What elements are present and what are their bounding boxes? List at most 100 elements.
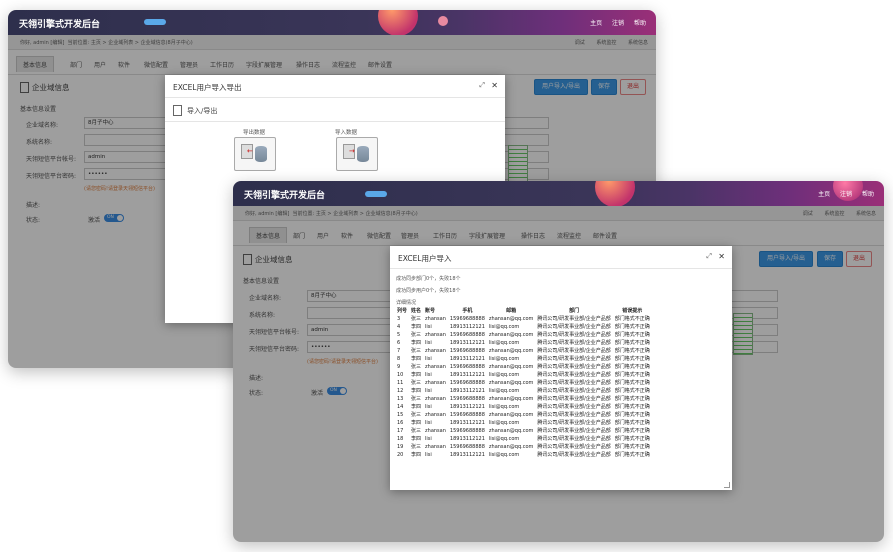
column-header: 手机 xyxy=(462,308,473,314)
table-cell: 腾讯公司/研发事业部/企业产品部 xyxy=(537,404,611,410)
export-data-icon[interactable]: ← xyxy=(234,137,276,171)
table-cell: 腾讯公司/研发事业部/企业产品部 xyxy=(537,428,611,434)
dialog-title: EXCEL用户导入导出 xyxy=(173,83,242,92)
table-cell: 18913112121 xyxy=(449,452,485,458)
home-link[interactable]: 主页 xyxy=(590,20,602,27)
front-window: 天翎引擎式开发后台 主页 注销 帮助 你好, admin [编辑] 当前位置: … xyxy=(233,181,884,542)
table-cell: 张三 xyxy=(411,396,422,402)
table-row: 12 李四 lisi 18913112121 lisi@qq.com 腾讯公司/研发事业部… xyxy=(395,387,652,395)
table-cell: 15969688888 xyxy=(449,332,485,338)
table-cell: 部门格式不正确 xyxy=(614,412,650,418)
table-row: 10 李四 lisi 18913112121 lisi@qq.com 腾讯公司/研发事业部… xyxy=(395,371,652,379)
table-cell: 15969688888 xyxy=(449,348,485,354)
detail-label: 详细情况 xyxy=(396,300,417,306)
top-links: 主页 注销 帮助 xyxy=(810,189,874,198)
table-row: 19 张三 zhansan 15969688888 zhansan@qq.com 腾讯公司… xyxy=(395,443,652,451)
table-cell: 李四 xyxy=(411,324,422,330)
table-cell: lisi xyxy=(425,436,432,442)
table-cell: 腾讯公司/研发事业部/企业产品部 xyxy=(537,356,611,362)
table-row: 13 张三 zhansan 15969688888 zhansan@qq.com 腾讯公司… xyxy=(395,395,652,403)
table-cell: 15969688888 xyxy=(449,396,485,402)
table-cell: lisi xyxy=(425,356,432,362)
table-cell: zhansan xyxy=(425,396,446,402)
planet-graphic xyxy=(595,181,635,206)
table-cell: 18913112121 xyxy=(449,404,485,410)
table-cell: 腾讯公司/研发事业部/企业产品部 xyxy=(537,420,611,426)
table-cell: lisi@qq.com xyxy=(488,388,520,394)
table-cell: 部门格式不正确 xyxy=(614,364,650,370)
table-cell: 腾讯公司/研发事业部/企业产品部 xyxy=(537,436,611,442)
top-bar: 天翎引擎式开发后台 主页 注销 帮助 xyxy=(8,10,656,35)
table-cell: 18913112121 xyxy=(449,388,485,394)
table-cell: 5 xyxy=(397,332,401,338)
table-cell: lisi xyxy=(425,404,432,410)
logout-link[interactable]: 注销 xyxy=(612,20,624,27)
home-link[interactable]: 主页 xyxy=(818,191,830,198)
help-link[interactable]: 帮助 xyxy=(862,191,874,198)
import-data-icon[interactable]: → xyxy=(336,137,378,171)
table-cell: 11 xyxy=(397,380,404,386)
resize-handle[interactable] xyxy=(724,482,730,488)
table-cell: lisi@qq.com xyxy=(488,324,520,330)
table-row: 14 李四 lisi 18913112121 lisi@qq.com 腾讯公司/研发事业部… xyxy=(395,403,652,411)
table-cell: 李四 xyxy=(411,372,422,378)
table-cell: zhansan@qq.com xyxy=(488,364,534,370)
column-header: 账号 xyxy=(425,308,436,314)
maximize-icon[interactable]: ⤢ xyxy=(479,81,485,90)
table-cell: 15969688888 xyxy=(449,428,485,434)
maximize-icon[interactable]: ⤢ xyxy=(706,252,712,261)
table-cell: lisi@qq.com xyxy=(488,436,520,442)
help-link[interactable]: 帮助 xyxy=(634,20,646,27)
app-title: 天翎引擎式开发后台 xyxy=(244,191,326,201)
table-cell: 张三 xyxy=(411,332,422,338)
app-title: 天翎引擎式开发后台 xyxy=(19,20,101,30)
table-cell: 18913112121 xyxy=(449,372,485,378)
table-cell: 李四 xyxy=(411,420,422,426)
logout-link[interactable]: 注销 xyxy=(840,191,852,198)
table-cell: 腾讯公司/研发事业部/企业产品部 xyxy=(537,348,611,354)
dept-sync-result: 成功同步部门0个，失败18个 xyxy=(396,276,461,282)
table-cell: 部门格式不正确 xyxy=(614,348,650,354)
table-cell: lisi xyxy=(425,452,432,458)
table-cell: 李四 xyxy=(411,356,422,362)
table-cell: 张三 xyxy=(411,348,422,354)
table-row: 15 张三 zhansan 15969688888 zhansan@qq.com 腾讯公司… xyxy=(395,411,652,419)
table-cell: 张三 xyxy=(411,380,422,386)
table-cell: lisi@qq.com xyxy=(488,452,520,458)
top-bar: 天翎引擎式开发后台 主页 注销 帮助 xyxy=(233,181,884,206)
table-cell: 7 xyxy=(397,348,401,354)
table-cell: zhansan@qq.com xyxy=(488,348,534,354)
table-row: 7 张三 zhansan 15969688888 zhansan@qq.com 腾讯公司/… xyxy=(395,347,652,355)
table-cell: zhansan xyxy=(425,380,446,386)
table-cell: 16 xyxy=(397,420,404,426)
table-cell: 李四 xyxy=(411,436,422,442)
table-cell: 部门格式不正确 xyxy=(614,332,650,338)
table-cell: zhansan xyxy=(425,316,446,322)
table-cell: 17 xyxy=(397,428,404,434)
table-row: 6 李四 lisi 18913112121 lisi@qq.com 腾讯公司/研发事业部/… xyxy=(395,339,652,347)
table-cell: 张三 xyxy=(411,316,422,322)
table-cell: zhansan@qq.com xyxy=(488,316,534,322)
table-cell: 18 xyxy=(397,436,404,442)
table-cell: 腾讯公司/研发事业部/企业产品部 xyxy=(537,332,611,338)
close-icon[interactable]: ✕ xyxy=(718,252,725,261)
table-cell: 腾讯公司/研发事业部/企业产品部 xyxy=(537,396,611,402)
dialog-section-title: 导入/导出 xyxy=(187,107,218,115)
dialog-title: EXCEL用户导入 xyxy=(398,254,452,263)
table-cell: 部门格式不正确 xyxy=(614,452,650,458)
table-row: 5 张三 zhansan 15969688888 zhansan@qq.com 腾讯公司/… xyxy=(395,331,652,339)
table-cell: 部门格式不正确 xyxy=(614,340,650,346)
table-cell: 15 xyxy=(397,412,404,418)
table-cell: lisi@qq.com xyxy=(488,372,520,378)
table-cell: 15969688888 xyxy=(449,364,485,370)
table-cell: 腾讯公司/研发事业部/企业产品部 xyxy=(537,388,611,394)
table-cell: lisi xyxy=(425,420,432,426)
table-cell: 13 xyxy=(397,396,404,402)
column-header: 邮箱 xyxy=(506,308,517,314)
table-cell: 18913112121 xyxy=(449,436,485,442)
table-row: 8 李四 lisi 18913112121 lisi@qq.com 腾讯公司/研发事业部/… xyxy=(395,355,652,363)
table-cell: 20 xyxy=(397,452,404,458)
table-row: 16 李四 lisi 18913112121 lisi@qq.com 腾讯公司/研发事业部… xyxy=(395,419,652,427)
close-icon[interactable]: ✕ xyxy=(491,81,498,90)
table-cell: 部门格式不正确 xyxy=(614,324,650,330)
